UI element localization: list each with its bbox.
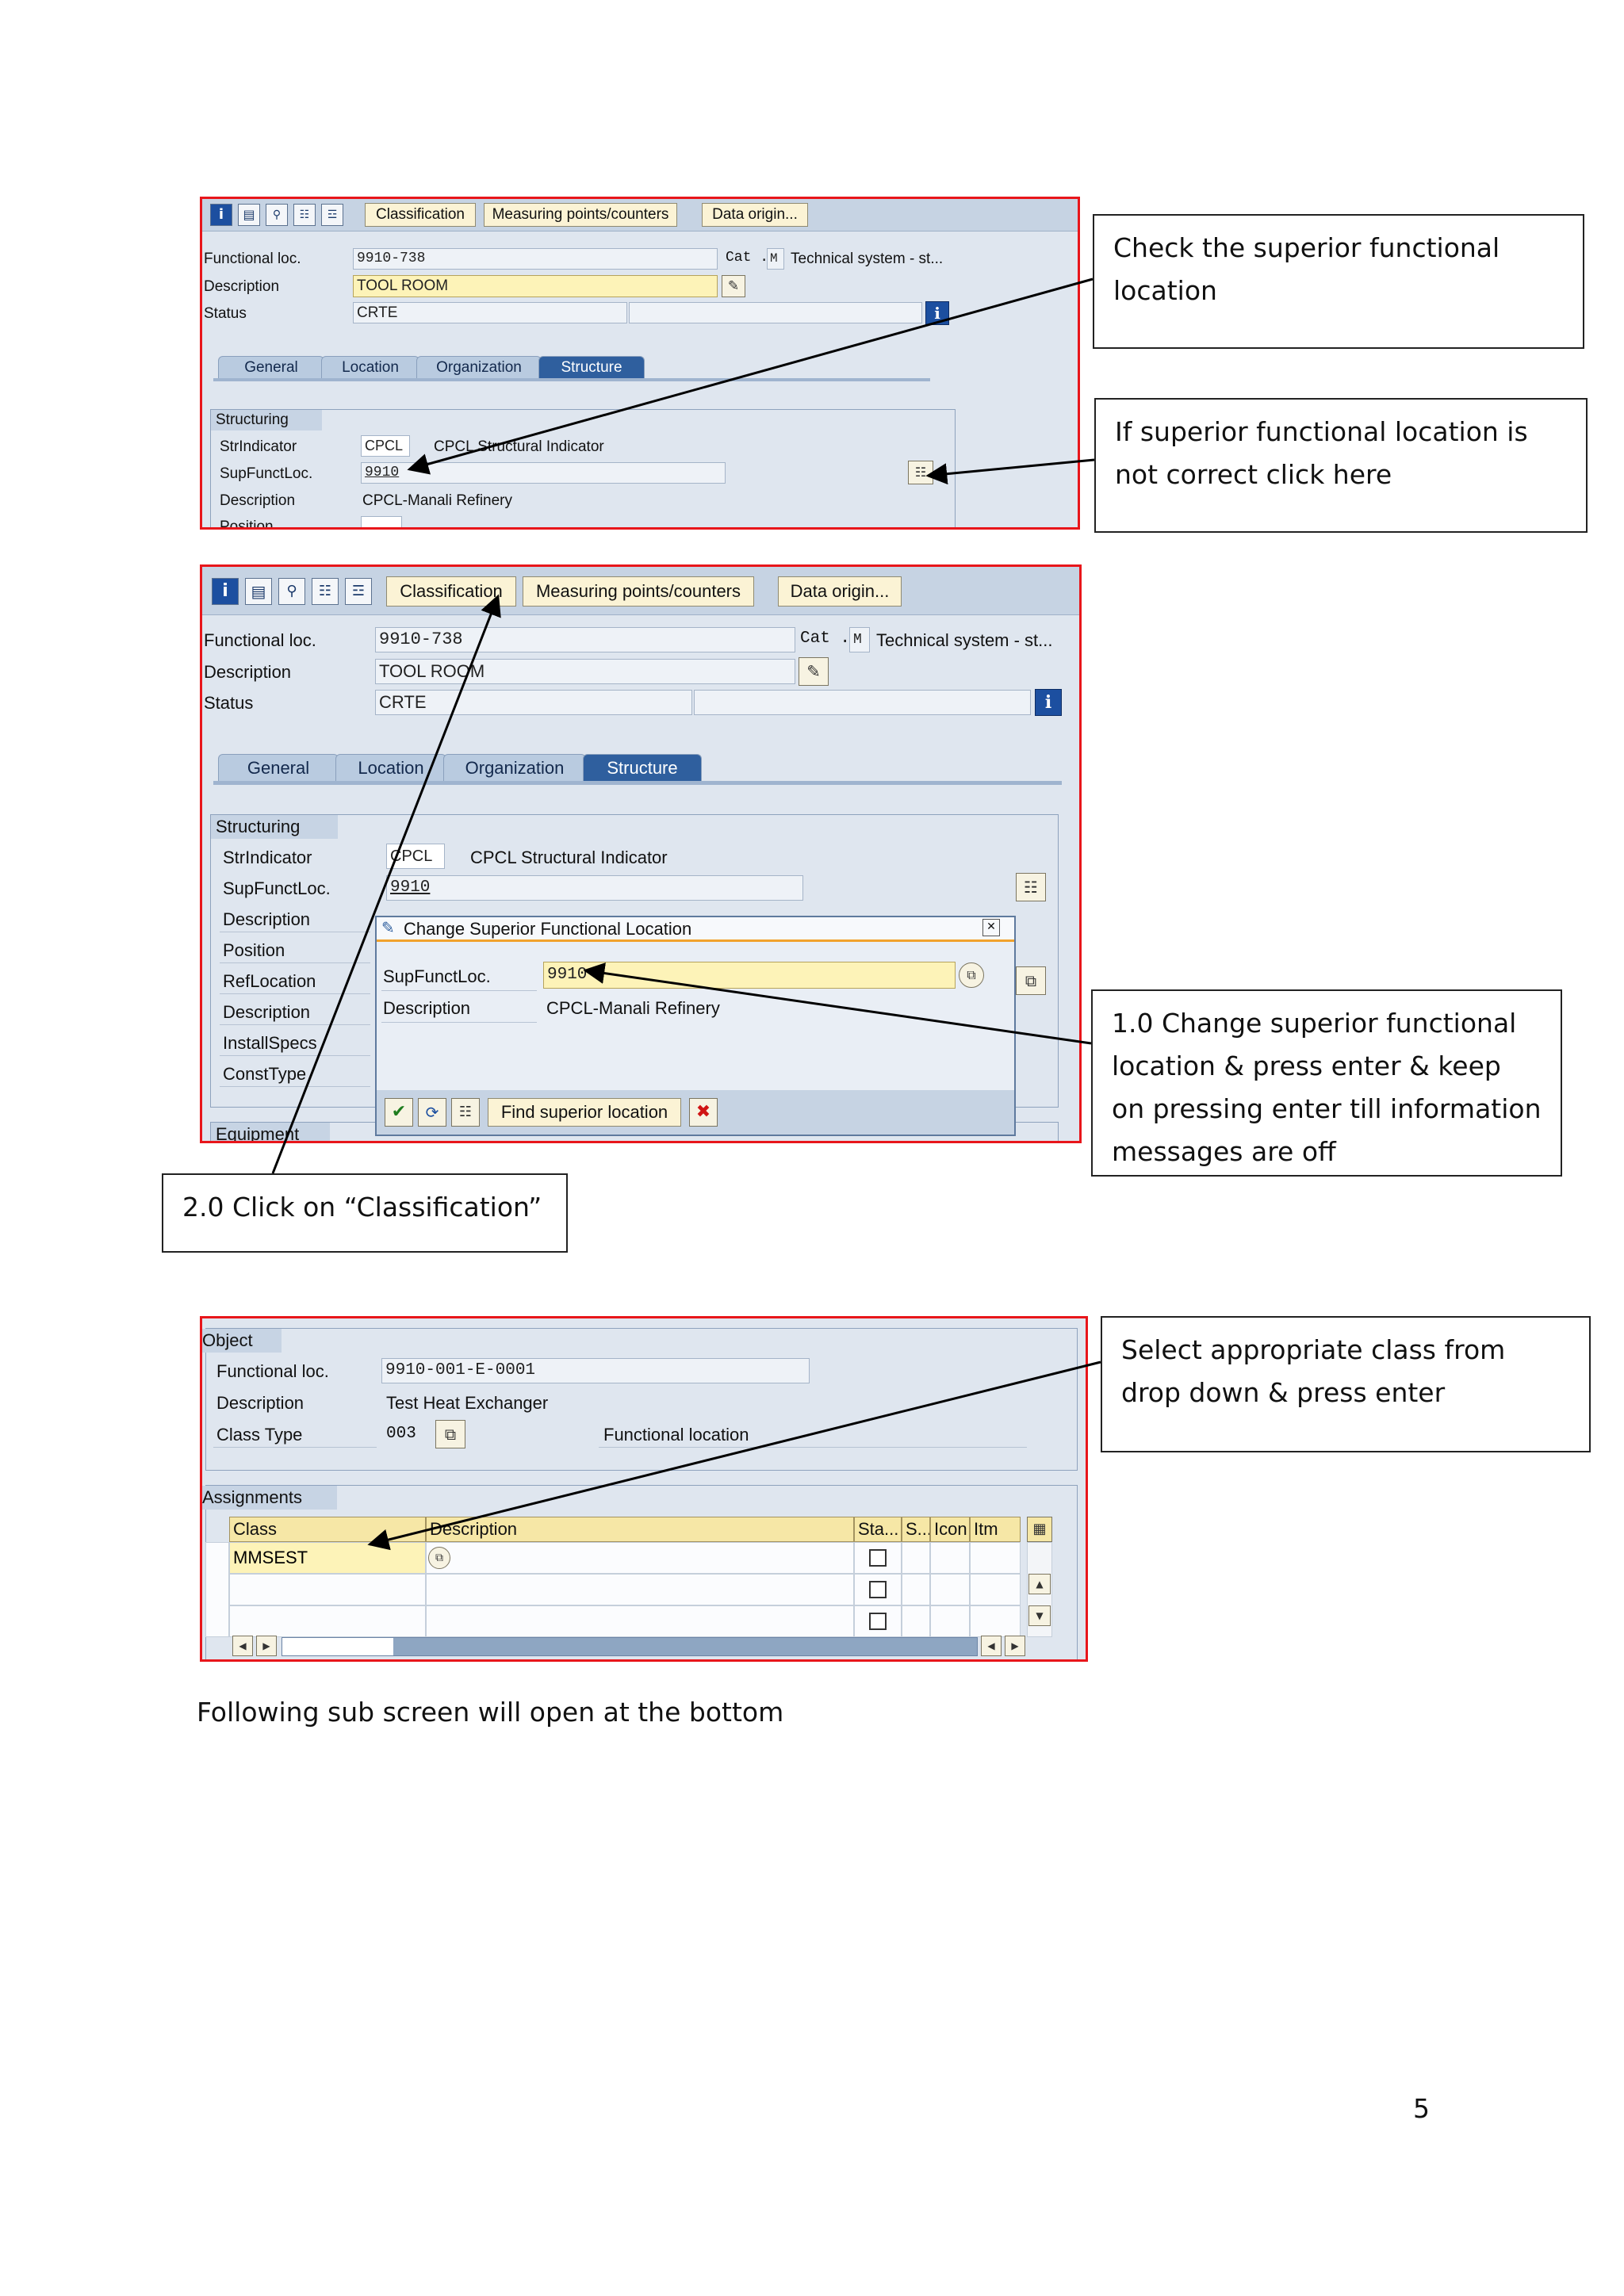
arrow-click-classification xyxy=(271,594,501,1174)
arrow-check-superior xyxy=(407,277,1094,475)
footer-caption: Following sub screen will open at the bo… xyxy=(197,1697,784,1728)
arrow-change-superior xyxy=(583,962,1092,1045)
arrow-if-not-correct xyxy=(925,458,1095,485)
annotation-arrows xyxy=(271,277,1101,1551)
page-number: 5 xyxy=(1413,2093,1430,2124)
arrow-select-class xyxy=(367,1360,1101,1551)
